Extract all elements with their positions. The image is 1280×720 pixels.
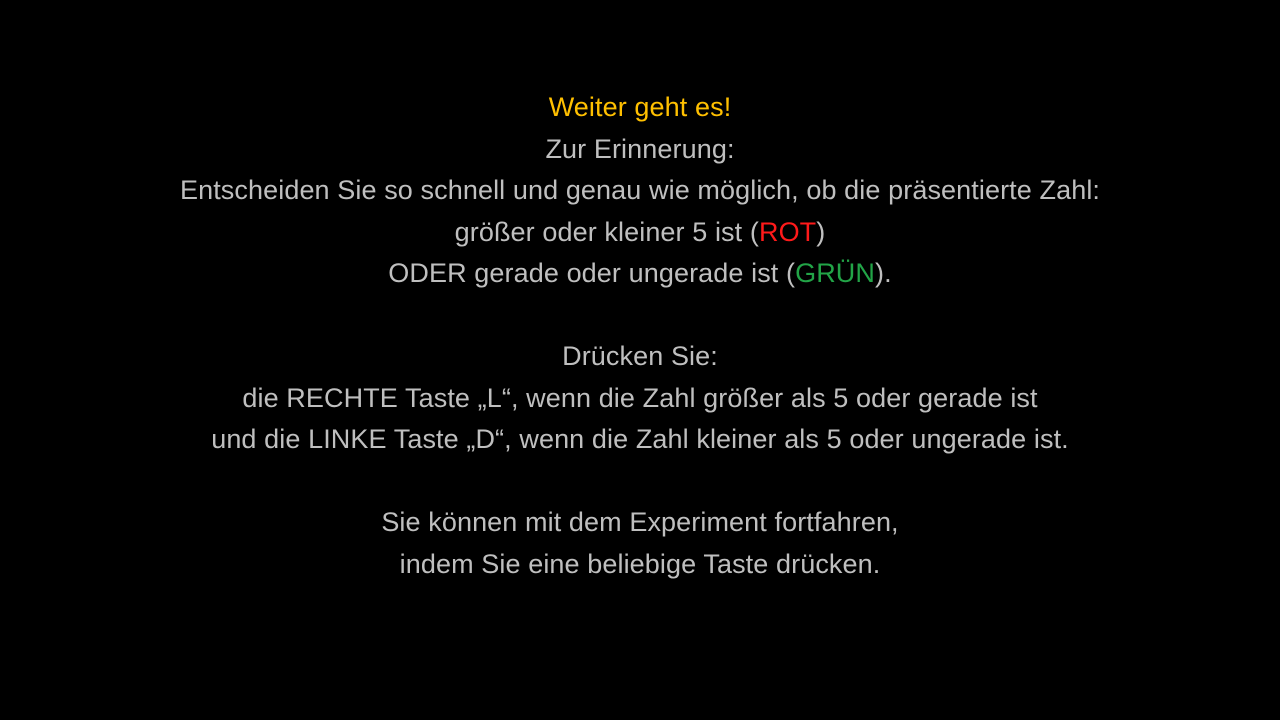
continue-instruction-2: indem Sie eine beliebige Taste drücken. bbox=[399, 548, 881, 579]
green-task-close: ). bbox=[875, 258, 892, 288]
red-task-text: größer oder kleiner 5 ist ( bbox=[454, 216, 759, 247]
red-task-rule: größer oder kleiner 5 ist (ROT) bbox=[0, 212, 1280, 254]
instruction-text-block: Weiter geht es! Zur Erinnerung: Entschei… bbox=[0, 87, 1280, 585]
screen-title: Weiter geht es! bbox=[548, 92, 732, 122]
red-task-close: ) bbox=[816, 216, 826, 247]
left-key-rule: und die LINKE Taste „D“, wenn die Zahl k… bbox=[211, 424, 1069, 454]
press-heading: Drücken Sie: bbox=[562, 341, 718, 371]
green-task-rule: ODER gerade oder ungerade ist (GRÜN). bbox=[0, 253, 1280, 295]
red-keyword: ROT bbox=[758, 216, 817, 247]
green-task-text: ODER gerade oder ungerade ist ( bbox=[388, 258, 796, 288]
reminder-label: Zur Erinnerung: bbox=[545, 133, 735, 164]
task-instruction: Entscheiden Sie so schnell und genau wie… bbox=[179, 175, 1101, 205]
instruction-screen[interactable]: Weiter geht es! Zur Erinnerung: Entschei… bbox=[0, 0, 1280, 720]
right-key-rule: die RECHTE Taste „L“, wenn die Zahl größ… bbox=[242, 382, 1038, 413]
continue-instruction: Sie können mit dem Experiment fortfahren… bbox=[381, 507, 899, 537]
green-keyword: GRÜN bbox=[795, 258, 876, 288]
